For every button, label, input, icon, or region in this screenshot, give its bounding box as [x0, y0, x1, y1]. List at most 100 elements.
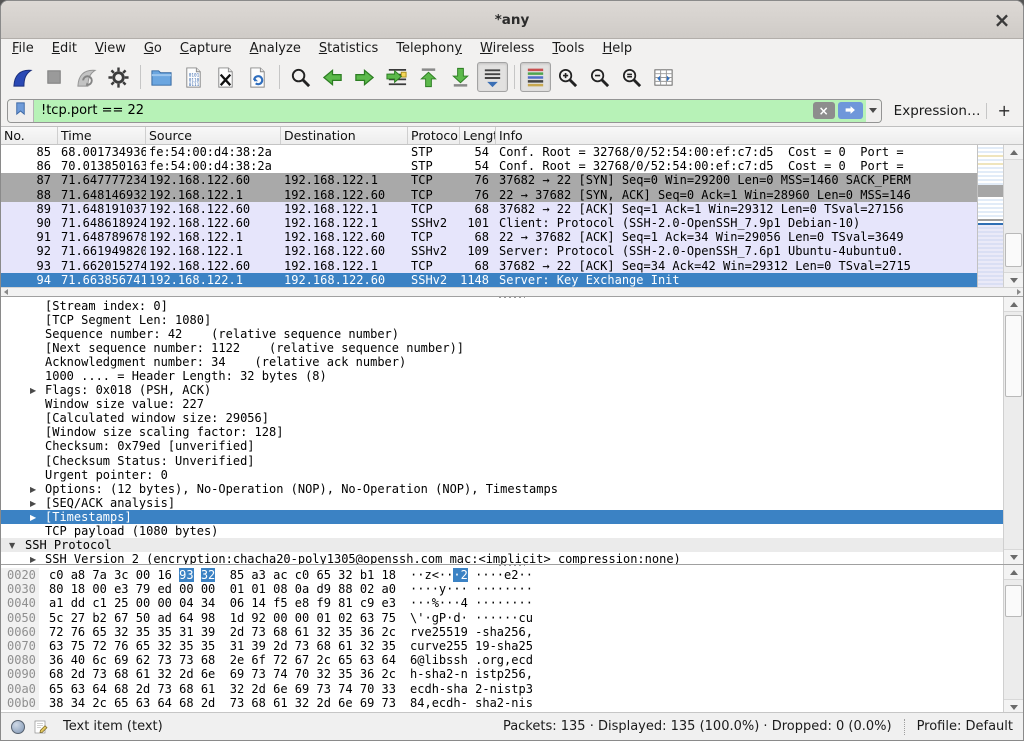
collapsed-icon[interactable]: ▶ [28, 553, 45, 564]
detail-line[interactable]: [Window size scaling factor: 128] [1, 425, 1023, 439]
menu-edit[interactable]: Edit [43, 39, 86, 59]
open-file-button[interactable] [146, 62, 177, 92]
detail-line[interactable]: ▶Options: (12 bytes), No-Operation (NOP)… [1, 482, 1023, 496]
detail-line[interactable]: Acknowledgment number: 34 (relative ack … [1, 355, 1023, 369]
column-header-time[interactable]: Time [58, 127, 146, 144]
expert-info-icon[interactable] [11, 720, 25, 734]
filter-clear-button[interactable]: × [813, 102, 835, 119]
title-bar[interactable]: *any × [1, 1, 1023, 39]
detail-line[interactable]: [Checksum Status: Unverified] [1, 454, 1023, 468]
packet-row[interactable]: 8771.647777234192.168.122.60192.168.122.… [1, 173, 977, 187]
zoom-out-button[interactable] [584, 62, 615, 92]
packet-row[interactable]: 9271.661949820192.168.122.1192.168.122.6… [1, 244, 977, 258]
packet-row[interactable]: 9371.662015274192.168.122.60192.168.122.… [1, 259, 977, 273]
expanded-icon[interactable]: ▼ [7, 539, 25, 553]
menu-capture[interactable]: Capture [171, 39, 241, 59]
resize-columns-button[interactable] [648, 62, 679, 92]
collapsed-icon[interactable]: ▶ [28, 497, 45, 511]
column-header-protocol[interactable]: Protocol [408, 127, 460, 144]
menu-analyze[interactable]: Analyze [241, 39, 310, 59]
hex-line[interactable]: 0020c0 a8 7a 3c 00 16 93 32 85 a3 ac c0 … [1, 568, 1023, 582]
packet-list-vscrollbar[interactable] [1003, 145, 1023, 287]
close-icon[interactable]: × [991, 9, 1013, 31]
auto-scroll-button[interactable] [477, 62, 508, 92]
filter-apply-button[interactable] [838, 102, 863, 119]
find-packet-button[interactable] [285, 62, 316, 92]
column-header-source[interactable]: Source [146, 127, 281, 144]
packet-row[interactable]: 8971.648191037192.168.122.60192.168.122.… [1, 202, 977, 216]
column-header-length[interactable]: Length [460, 127, 496, 144]
go-forward-button[interactable] [349, 62, 380, 92]
detail-line[interactable]: [Next sequence number: 1122 (relative se… [1, 341, 1023, 355]
pane-splitter-handle[interactable] [499, 564, 525, 566]
scroll-left-icon[interactable] [1, 288, 10, 296]
hex-line[interactable]: 00b038 34 2c 65 63 64 68 2d 73 68 61 32 … [1, 696, 1023, 710]
packet-row[interactable]: 9471.663856741192.168.122.1192.168.122.6… [1, 273, 977, 287]
scroll-right-icon[interactable] [1014, 288, 1023, 296]
menu-view[interactable]: View [86, 39, 135, 59]
detail-line[interactable]: Checksum: 0x79ed [unverified] [1, 439, 1023, 453]
menu-file[interactable]: File [3, 39, 43, 59]
hex-line[interactable]: 00505c 27 b2 67 50 ad 64 98 1d 92 00 00 … [1, 611, 1023, 625]
menu-help[interactable]: Help [593, 39, 641, 59]
scroll-up-icon[interactable] [1004, 297, 1023, 312]
scrollbar-thumb[interactable] [1005, 233, 1022, 267]
hex-line[interactable]: 0040a1 dd c1 25 00 00 04 34 06 14 f5 e8 … [1, 596, 1023, 610]
go-last-packet-button[interactable] [445, 62, 476, 92]
detail-line[interactable]: ▶[SEQ/ACK analysis] [1, 496, 1023, 510]
save-file-button[interactable]: 010101100111 [178, 62, 209, 92]
zoom-in-button[interactable] [552, 62, 583, 92]
go-to-packet-button[interactable] [381, 62, 412, 92]
capture-options-button[interactable] [103, 62, 134, 92]
detail-line[interactable]: Window size value: 227 [1, 397, 1023, 411]
colorize-button[interactable] [520, 62, 551, 92]
scroll-up-icon[interactable] [1004, 565, 1023, 580]
packet-row[interactable]: 8568.001734936fe:54:00:d4:38:2aSTP54Conf… [1, 145, 977, 159]
capture-comment-icon[interactable] [33, 719, 49, 735]
hex-vscrollbar[interactable] [1003, 565, 1023, 714]
hex-line[interactable]: 008036 40 6c 69 62 73 73 68 2e 6f 72 67 … [1, 653, 1023, 667]
filter-bookmark-button[interactable] [8, 100, 34, 122]
detail-line[interactable]: Sequence number: 42 (relative sequence n… [1, 327, 1023, 341]
column-header-destination[interactable]: Destination [281, 127, 408, 144]
add-filter-button[interactable]: + [993, 101, 1015, 120]
hex-line[interactable]: 007063 75 72 76 65 32 35 35 31 39 2d 73 … [1, 639, 1023, 653]
profile-selector[interactable]: Profile: Default [917, 719, 1013, 734]
scroll-up-icon[interactable] [1004, 145, 1023, 160]
hex-line[interactable]: 003080 18 00 e3 79 ed 00 00 01 01 08 0a … [1, 582, 1023, 596]
intelligent-scrollbar[interactable] [977, 145, 1003, 287]
menu-telephony[interactable]: Telephony [387, 39, 471, 59]
capture-start-button[interactable] [7, 62, 38, 92]
detail-line[interactable]: ▼SSH Protocol [1, 538, 1023, 552]
hex-line[interactable]: 006072 76 65 32 35 35 31 39 2d 73 68 61 … [1, 625, 1023, 639]
packet-row[interactable]: 8871.648146932192.168.122.1192.168.122.6… [1, 188, 977, 202]
collapsed-icon[interactable]: ▶ [28, 384, 45, 398]
column-header-info[interactable]: Info [496, 127, 1023, 144]
scrollbar-thumb[interactable] [1005, 315, 1022, 397]
hex-line[interactable]: 00a065 63 64 68 2d 73 68 61 32 2d 6e 69 … [1, 682, 1023, 696]
menu-tools[interactable]: Tools [543, 39, 593, 59]
go-first-packet-button[interactable] [413, 62, 444, 92]
detail-line[interactable]: [Calculated window size: 29056] [1, 411, 1023, 425]
detail-line[interactable]: 1000 .... = Header Length: 32 bytes (8) [1, 369, 1023, 383]
detail-line[interactable]: ▶SSH Version 2 (encryption:chacha20-poly… [1, 552, 1023, 564]
menu-go[interactable]: Go [135, 39, 171, 59]
capture-stop-button[interactable] [39, 62, 70, 92]
scroll-down-icon[interactable] [1004, 549, 1023, 564]
detail-line[interactable]: [TCP Segment Len: 1080] [1, 313, 1023, 327]
packet-row[interactable]: 9071.648618924192.168.122.60192.168.122.… [1, 216, 977, 230]
menu-wireless[interactable]: Wireless [471, 39, 543, 59]
details-vscrollbar[interactable] [1003, 297, 1023, 564]
hex-line[interactable]: 009068 2d 73 68 61 32 2d 6e 69 73 74 70 … [1, 667, 1023, 681]
menu-statistics[interactable]: Statistics [310, 39, 387, 59]
pane-splitter-handle[interactable] [499, 296, 525, 298]
packet-list-hscrollbar[interactable] [1, 287, 1023, 296]
detail-line[interactable]: [Stream index: 0] [1, 299, 1023, 313]
column-header-no[interactable]: No. [1, 127, 58, 144]
go-back-button[interactable] [317, 62, 348, 92]
zoom-original-button[interactable] [616, 62, 647, 92]
collapsed-icon[interactable]: ▶ [28, 511, 45, 525]
scrollbar-thumb[interactable] [1005, 585, 1022, 617]
detail-line[interactable]: Urgent pointer: 0 [1, 468, 1023, 482]
close-file-button[interactable] [210, 62, 241, 92]
